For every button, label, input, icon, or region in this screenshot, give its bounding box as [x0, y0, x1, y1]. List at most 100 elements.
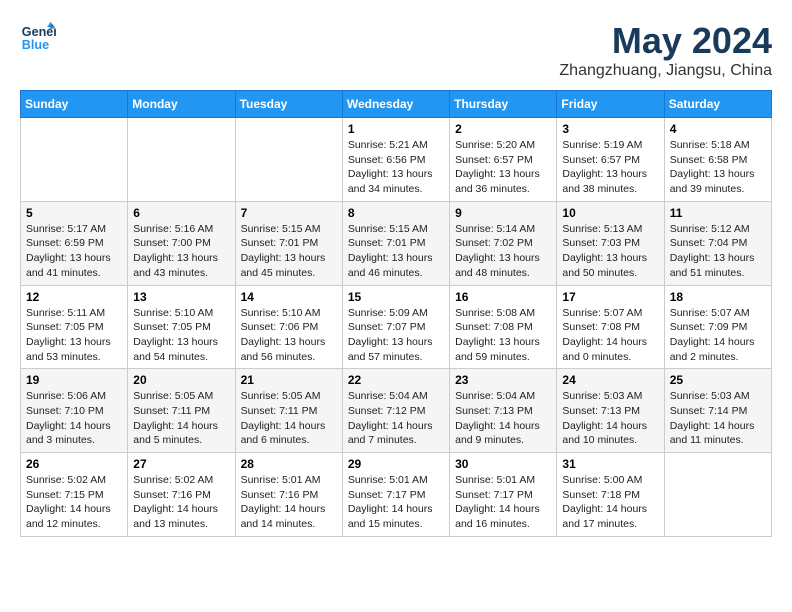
day-number: 19: [26, 373, 122, 387]
calendar-cell: 8 Sunrise: 5:15 AMSunset: 7:01 PMDaylight…: [342, 201, 449, 285]
weekday-header-wednesday: Wednesday: [342, 91, 449, 118]
day-info: Sunrise: 5:12 AMSunset: 7:04 PMDaylight:…: [670, 222, 766, 281]
calendar-cell: 24 Sunrise: 5:03 AMSunset: 7:13 PMDayligh…: [557, 369, 664, 453]
calendar-cell: 22 Sunrise: 5:04 AMSunset: 7:12 PMDayligh…: [342, 369, 449, 453]
calendar-cell: 2 Sunrise: 5:20 AMSunset: 6:57 PMDaylight…: [450, 118, 557, 202]
logo-icon: General Blue: [20, 20, 56, 56]
calendar-week-row: 26 Sunrise: 5:02 AMSunset: 7:15 PMDayligh…: [21, 453, 772, 537]
calendar-cell: 25Sunrise: 5:03 AMSunset: 7:14 PMDayligh…: [664, 369, 771, 453]
day-info: Sunrise: 5:02 AMSunset: 7:16 PMDaylight:…: [133, 473, 229, 532]
calendar-cell: 14 Sunrise: 5:10 AMSunset: 7:06 PMDayligh…: [235, 285, 342, 369]
day-info: Sunrise: 5:00 AMSunset: 7:18 PMDaylight:…: [562, 473, 658, 532]
weekday-header-thursday: Thursday: [450, 91, 557, 118]
day-number: 13: [133, 290, 229, 304]
day-number: 28: [241, 457, 337, 471]
month-year-title: May 2024: [559, 20, 772, 62]
calendar-cell: 21Sunrise: 5:05 AMSunset: 7:11 PMDayligh…: [235, 369, 342, 453]
calendar-cell: 23Sunrise: 5:04 AMSunset: 7:13 PMDayligh…: [450, 369, 557, 453]
calendar-cell: 4 Sunrise: 5:18 AMSunset: 6:58 PMDaylight…: [664, 118, 771, 202]
logo: General Blue: [20, 20, 56, 56]
day-info: Sunrise: 5:01 AMSunset: 7:16 PMDaylight:…: [241, 473, 337, 532]
calendar-cell: 17Sunrise: 5:07 AMSunset: 7:08 PMDayligh…: [557, 285, 664, 369]
day-number: 5: [26, 206, 122, 220]
day-number: 4: [670, 122, 766, 136]
day-number: 18: [670, 290, 766, 304]
calendar-cell: 28 Sunrise: 5:01 AMSunset: 7:16 PMDayligh…: [235, 453, 342, 537]
day-info: Sunrise: 5:07 AMSunset: 7:08 PMDaylight:…: [562, 306, 658, 365]
day-number: 7: [241, 206, 337, 220]
calendar-cell: 6 Sunrise: 5:16 AMSunset: 7:00 PMDaylight…: [128, 201, 235, 285]
day-info: Sunrise: 5:10 AMSunset: 7:06 PMDaylight:…: [241, 306, 337, 365]
calendar-cell: 20 Sunrise: 5:05 AMSunset: 7:11 PMDayligh…: [128, 369, 235, 453]
day-info: Sunrise: 5:15 AMSunset: 7:01 PMDaylight:…: [241, 222, 337, 281]
calendar-cell: 19 Sunrise: 5:06 AMSunset: 7:10 PMDayligh…: [21, 369, 128, 453]
day-info: Sunrise: 5:02 AMSunset: 7:15 PMDaylight:…: [26, 473, 122, 532]
calendar-cell: [128, 118, 235, 202]
day-info: Sunrise: 5:04 AMSunset: 7:13 PMDaylight:…: [455, 389, 551, 448]
day-number: 22: [348, 373, 444, 387]
calendar-cell: 26 Sunrise: 5:02 AMSunset: 7:15 PMDayligh…: [21, 453, 128, 537]
weekday-header-row: SundayMondayTuesdayWednesdayThursdayFrid…: [21, 91, 772, 118]
day-number: 24: [562, 373, 658, 387]
day-number: 29: [348, 457, 444, 471]
day-info: Sunrise: 5:04 AMSunset: 7:12 PMDaylight:…: [348, 389, 444, 448]
day-info: Sunrise: 5:15 AMSunset: 7:01 PMDaylight:…: [348, 222, 444, 281]
day-info: Sunrise: 5:13 AMSunset: 7:03 PMDaylight:…: [562, 222, 658, 281]
day-info: Sunrise: 5:06 AMSunset: 7:10 PMDaylight:…: [26, 389, 122, 448]
day-number: 12: [26, 290, 122, 304]
day-number: 11: [670, 206, 766, 220]
calendar-cell: 15Sunrise: 5:09 AMSunset: 7:07 PMDayligh…: [342, 285, 449, 369]
day-number: 8: [348, 206, 444, 220]
calendar-cell: 18 Sunrise: 5:07 AMSunset: 7:09 PMDayligh…: [664, 285, 771, 369]
calendar-cell: [235, 118, 342, 202]
calendar-cell: [664, 453, 771, 537]
day-info: Sunrise: 5:20 AMSunset: 6:57 PMDaylight:…: [455, 138, 551, 197]
day-info: Sunrise: 5:03 AMSunset: 7:13 PMDaylight:…: [562, 389, 658, 448]
day-info: Sunrise: 5:01 AMSunset: 7:17 PMDaylight:…: [348, 473, 444, 532]
day-info: Sunrise: 5:19 AMSunset: 6:57 PMDaylight:…: [562, 138, 658, 197]
day-number: 3: [562, 122, 658, 136]
day-info: Sunrise: 5:14 AMSunset: 7:02 PMDaylight:…: [455, 222, 551, 281]
calendar-cell: [21, 118, 128, 202]
day-info: Sunrise: 5:10 AMSunset: 7:05 PMDaylight:…: [133, 306, 229, 365]
day-number: 21: [241, 373, 337, 387]
day-info: Sunrise: 5:21 AMSunset: 6:56 PMDaylight:…: [348, 138, 444, 197]
calendar-week-row: 12Sunrise: 5:11 AMSunset: 7:05 PMDayligh…: [21, 285, 772, 369]
calendar-cell: 12Sunrise: 5:11 AMSunset: 7:05 PMDayligh…: [21, 285, 128, 369]
weekday-header-tuesday: Tuesday: [235, 91, 342, 118]
location-subtitle: Zhangzhuang, Jiangsu, China: [559, 62, 772, 80]
day-info: Sunrise: 5:08 AMSunset: 7:08 PMDaylight:…: [455, 306, 551, 365]
calendar-cell: 13 Sunrise: 5:10 AMSunset: 7:05 PMDayligh…: [128, 285, 235, 369]
day-info: Sunrise: 5:05 AMSunset: 7:11 PMDaylight:…: [133, 389, 229, 448]
calendar-week-row: 1 Sunrise: 5:21 AMSunset: 6:56 PMDaylight…: [21, 118, 772, 202]
day-number: 26: [26, 457, 122, 471]
calendar-cell: 5 Sunrise: 5:17 AMSunset: 6:59 PMDaylight…: [21, 201, 128, 285]
day-number: 10: [562, 206, 658, 220]
calendar-cell: 27 Sunrise: 5:02 AMSunset: 7:16 PMDayligh…: [128, 453, 235, 537]
calendar-cell: 11 Sunrise: 5:12 AMSunset: 7:04 PMDayligh…: [664, 201, 771, 285]
day-info: Sunrise: 5:16 AMSunset: 7:00 PMDaylight:…: [133, 222, 229, 281]
day-number: 20: [133, 373, 229, 387]
day-number: 1: [348, 122, 444, 136]
calendar-cell: 3 Sunrise: 5:19 AMSunset: 6:57 PMDaylight…: [557, 118, 664, 202]
day-info: Sunrise: 5:03 AMSunset: 7:14 PMDaylight:…: [670, 389, 766, 448]
calendar-cell: 16 Sunrise: 5:08 AMSunset: 7:08 PMDayligh…: [450, 285, 557, 369]
day-number: 16: [455, 290, 551, 304]
day-number: 14: [241, 290, 337, 304]
calendar-cell: 29 Sunrise: 5:01 AMSunset: 7:17 PMDayligh…: [342, 453, 449, 537]
weekday-header-monday: Monday: [128, 91, 235, 118]
day-info: Sunrise: 5:07 AMSunset: 7:09 PMDaylight:…: [670, 306, 766, 365]
day-info: Sunrise: 5:18 AMSunset: 6:58 PMDaylight:…: [670, 138, 766, 197]
day-number: 27: [133, 457, 229, 471]
day-number: 6: [133, 206, 229, 220]
svg-text:Blue: Blue: [22, 38, 49, 52]
calendar-week-row: 19 Sunrise: 5:06 AMSunset: 7:10 PMDayligh…: [21, 369, 772, 453]
calendar-cell: 30Sunrise: 5:01 AMSunset: 7:17 PMDayligh…: [450, 453, 557, 537]
calendar-cell: 10 Sunrise: 5:13 AMSunset: 7:03 PMDayligh…: [557, 201, 664, 285]
day-number: 2: [455, 122, 551, 136]
page-header: General Blue May 2024 Zhangzhuang, Jiang…: [20, 20, 772, 80]
day-info: Sunrise: 5:17 AMSunset: 6:59 PMDaylight:…: [26, 222, 122, 281]
day-number: 30: [455, 457, 551, 471]
calendar-table: SundayMondayTuesdayWednesdayThursdayFrid…: [20, 90, 772, 537]
calendar-cell: 1 Sunrise: 5:21 AMSunset: 6:56 PMDaylight…: [342, 118, 449, 202]
